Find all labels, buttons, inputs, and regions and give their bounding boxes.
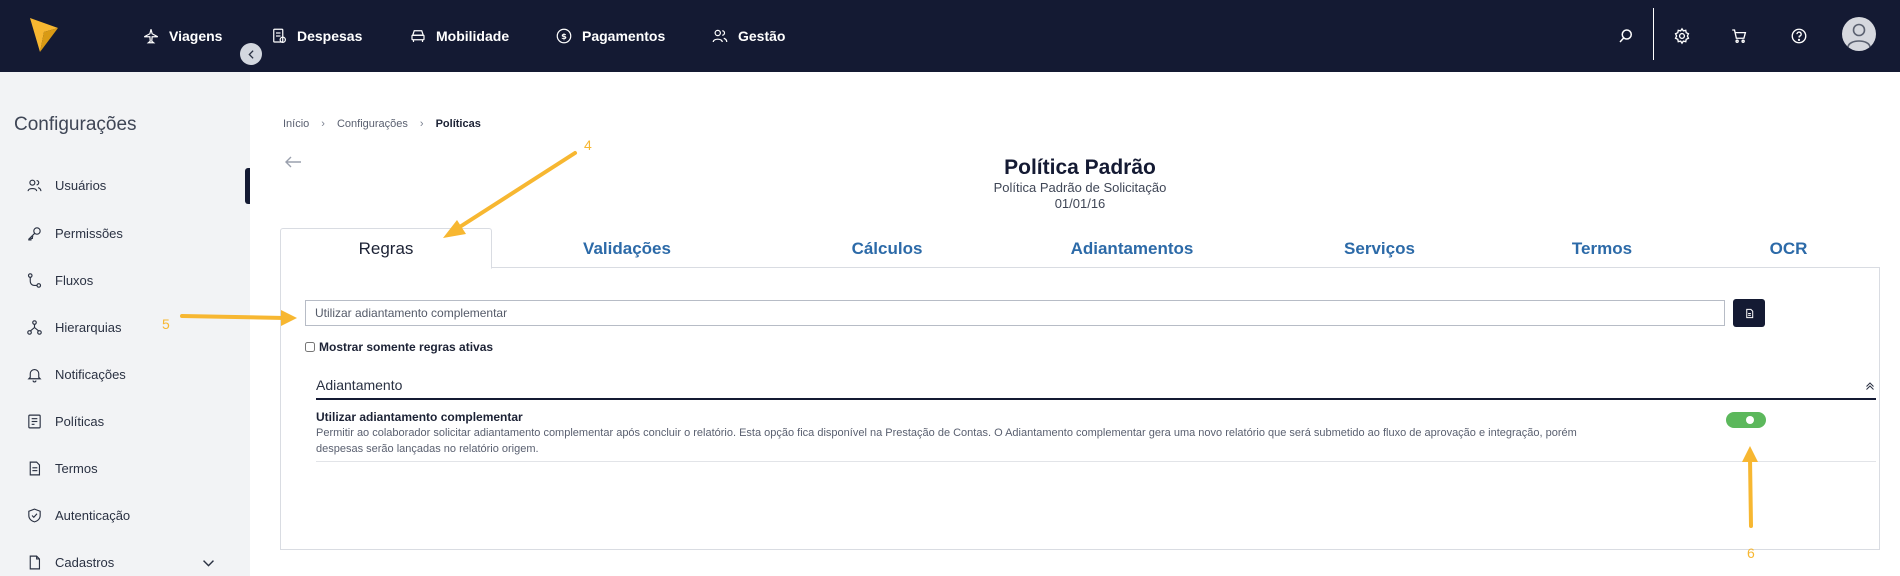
nav-label: Viagens [169, 28, 223, 44]
rules-panel: Mostrar somente regras ativas Adiantamen… [280, 268, 1880, 550]
dollar-icon: $ [556, 28, 572, 44]
receipt-icon [273, 28, 286, 43]
sidebar-collapse-button[interactable] [240, 43, 262, 65]
sidebar-item-permissoes[interactable]: Permissões [26, 219, 226, 247]
tab-validacoes[interactable]: Validações [492, 228, 762, 269]
breadcrumb-inicio[interactable]: Início [283, 118, 309, 130]
policy-date: 01/01/16 [1054, 196, 1106, 211]
divider [1653, 8, 1654, 60]
nav-label: Despesas [297, 28, 363, 44]
nav-gestao[interactable]: Gestão [711, 21, 785, 51]
tab-calculos[interactable]: Cálculos [762, 228, 1012, 269]
page-subtitle: Política Padrão de Solicitação [993, 180, 1167, 195]
sidebar-item-label: Notificações [55, 366, 126, 382]
annotation-label-5: 5 [162, 316, 170, 332]
rules-search-input[interactable] [305, 300, 1725, 326]
sidebar-item-label: Termos [55, 460, 98, 476]
logo-icon[interactable] [28, 14, 60, 54]
breadcrumb-separator-icon: › [321, 118, 325, 130]
sidebar-item-cadastros[interactable]: Cadastros [26, 548, 226, 576]
airplane-icon [143, 29, 159, 44]
nav-viagens[interactable]: Viagens [142, 21, 222, 51]
bell-icon [27, 368, 42, 382]
rule-title: Utilizar adiantamento complementar [316, 410, 523, 424]
help-icon [1791, 28, 1807, 44]
sidebar: Configurações Usuários Permissões Fluxos… [0, 72, 250, 576]
policy-icon [28, 414, 41, 428]
svg-text:$: $ [561, 31, 567, 41]
sidebar-title: Configurações [14, 114, 137, 135]
sidebar-item-hierarquias[interactable]: Hierarquias [26, 313, 226, 341]
sidebar-item-notificacoes[interactable]: Notificações [26, 360, 226, 388]
nav-mobilidade[interactable]: Mobilidade [409, 21, 509, 51]
tab-servicos[interactable]: Serviços [1252, 228, 1507, 269]
only-active-filter[interactable]: Mostrar somente regras ativas [305, 340, 493, 354]
car-icon [411, 30, 425, 42]
sidebar-item-label: Políticas [55, 413, 105, 429]
sidebar-item-label: Hierarquias [55, 319, 122, 335]
avatar[interactable] [1842, 17, 1876, 51]
nav-label: Pagamentos [582, 28, 666, 44]
document-icon [1745, 308, 1753, 318]
chevron-left-icon [247, 49, 254, 59]
sidebar-item-autenticacao[interactable]: Autenticação [26, 501, 226, 529]
sidebar-item-label: Cadastros [55, 554, 115, 570]
rule-description: Permitir ao colaborador solicitar adiant… [316, 427, 1577, 455]
users-icon [712, 29, 728, 43]
shield-icon [28, 508, 41, 522]
cart-icon [1732, 29, 1747, 43]
users-icon [27, 179, 42, 191]
tab-adiantamentos[interactable]: Adiantamentos [1012, 228, 1252, 269]
breadcrumb-politicas: Políticas [435, 118, 481, 130]
hierarchy-icon [27, 319, 42, 335]
sidebar-item-usuarios[interactable]: Usuários [26, 171, 226, 199]
file-icon [29, 555, 41, 569]
search-button[interactable] [1612, 22, 1640, 50]
sidebar-item-label: Autenticação [55, 507, 131, 523]
breadcrumb-configuracoes[interactable]: Configurações [337, 118, 408, 130]
chevron-up-icon[interactable] [1864, 380, 1876, 392]
section-header-adiantamento[interactable]: Adiantamento [316, 370, 1876, 400]
rule-toggle[interactable] [1726, 412, 1766, 428]
cart-button[interactable] [1725, 22, 1753, 50]
sidebar-item-politicas[interactable]: Políticas [26, 407, 226, 435]
document-icon [29, 461, 41, 475]
sidebar-item-label: Fluxos [55, 272, 94, 288]
only-active-checkbox[interactable] [305, 342, 315, 352]
nav-label: Gestão [738, 28, 786, 44]
chevron-down-icon[interactable] [200, 555, 217, 572]
key-icon [28, 226, 41, 240]
avatar-icon [1847, 23, 1871, 48]
section-title: Adiantamento [316, 377, 403, 393]
export-document-button[interactable] [1733, 299, 1765, 327]
nav-despesas[interactable]: Despesas [270, 21, 362, 51]
tab-bar: Regras Validações Cálculos Adiantamentos… [280, 228, 1880, 269]
annotation-label-4: 4 [584, 137, 592, 153]
help-button[interactable] [1785, 22, 1813, 50]
rule-row: Utilizar adiantamento complementar Permi… [316, 410, 1876, 462]
sidebar-item-termos[interactable]: Termos [26, 454, 226, 482]
main-content: Início › Configurações › Políticas Polít… [250, 72, 1900, 576]
back-arrow-icon[interactable] [284, 155, 302, 169]
sidebar-item-label: Usuários [55, 177, 107, 193]
sidebar-item-label: Permissões [55, 225, 123, 241]
breadcrumb: Início › Configurações › Políticas [283, 118, 481, 130]
tab-termos[interactable]: Termos [1507, 228, 1697, 269]
breadcrumb-separator-icon: › [419, 118, 424, 130]
annotation-label-6: 6 [1747, 545, 1755, 561]
top-navbar: Viagens Despesas Mobilidade $ Pagamentos… [0, 0, 1900, 72]
search-icon [1619, 29, 1632, 43]
tab-ocr[interactable]: OCR [1697, 228, 1880, 269]
page-title: Política Padrão [1004, 156, 1156, 179]
flow-icon [27, 272, 42, 288]
settings-button[interactable] [1668, 22, 1696, 50]
nav-label: Mobilidade [436, 28, 510, 44]
nav-pagamentos[interactable]: $ Pagamentos [555, 21, 665, 51]
sidebar-item-fluxos[interactable]: Fluxos [26, 266, 226, 294]
toggle-knob [1746, 416, 1754, 424]
tab-regras[interactable]: Regras [280, 228, 492, 269]
gear-icon [1674, 27, 1690, 45]
only-active-label: Mostrar somente regras ativas [319, 340, 494, 354]
